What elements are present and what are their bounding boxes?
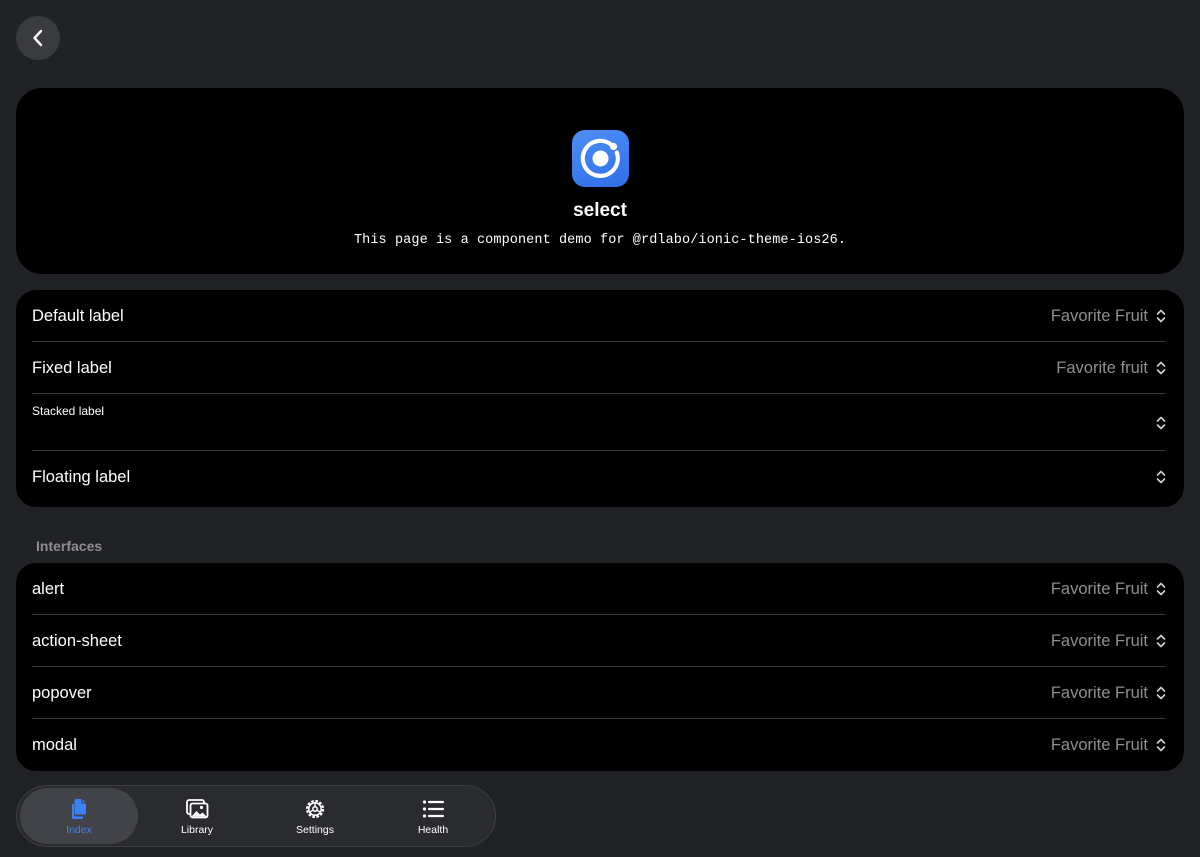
select-label: Default label (32, 306, 124, 325)
tab-bar: Index Library Settings Health (16, 785, 496, 847)
select-placeholder: Favorite Fruit (1050, 735, 1148, 754)
label-select-list: Default label Favorite Fruit Fixed label… (16, 290, 1184, 507)
select-label: action-sheet (32, 631, 122, 650)
page-description: This page is a component demo for @rdlab… (353, 233, 847, 248)
select-label: Floating label (32, 467, 131, 486)
select-label: modal (32, 735, 77, 754)
select-default-label[interactable]: Default label Favorite Fruit (16, 290, 1184, 342)
list-icon (422, 799, 445, 818)
chevron-up-down-icon (1156, 309, 1166, 323)
select-stacked-label[interactable]: Stacked label (16, 394, 1184, 451)
select-placeholder: Favorite fruit (1056, 358, 1148, 377)
select-popover[interactable]: popover Favorite Fruit (16, 667, 1184, 719)
select-fixed-label[interactable]: Fixed label Favorite fruit (16, 342, 1184, 394)
chevron-up-down-icon (1156, 416, 1166, 430)
chevron-up-down-icon (1156, 634, 1166, 648)
select-label: alert (32, 579, 65, 598)
tab-settings[interactable]: Settings (256, 788, 374, 844)
chevron-up-down-icon (1156, 361, 1166, 375)
chevron-up-down-icon (1156, 686, 1166, 700)
tab-label: Settings (296, 823, 334, 836)
page: select This page is a component demo for… (0, 0, 1200, 857)
select-alert[interactable]: alert Favorite Fruit (16, 563, 1184, 615)
tab-health[interactable]: Health (374, 788, 492, 844)
tab-library[interactable]: Library (138, 788, 256, 844)
hero-card: select This page is a component demo for… (16, 88, 1184, 274)
chevron-up-down-icon (1156, 582, 1166, 596)
select-label: popover (32, 683, 92, 702)
select-placeholder: Favorite Fruit (1050, 306, 1148, 325)
select-placeholder: Favorite Fruit (1050, 683, 1148, 702)
tab-label: Health (417, 823, 449, 836)
images-icon (186, 798, 209, 818)
chevron-up-down-icon (1156, 738, 1166, 752)
tab-index[interactable]: Index (20, 788, 138, 844)
tab-label: Library (180, 823, 214, 836)
page-title: select (573, 200, 627, 221)
select-placeholder: Favorite Fruit (1050, 579, 1148, 598)
select-placeholder: Favorite Fruit (1050, 631, 1148, 650)
gear-icon (305, 799, 325, 818)
section-header-interfaces: Interfaces (36, 538, 103, 554)
documents-icon (72, 798, 86, 819)
select-modal[interactable]: modal Favorite Fruit (16, 719, 1184, 771)
select-floating-label[interactable]: Floating label (16, 451, 1184, 503)
chevron-left-icon (33, 29, 43, 47)
chevron-up-down-icon (1156, 470, 1166, 484)
back-button[interactable] (16, 16, 60, 60)
tab-label: Index (66, 823, 92, 836)
interfaces-select-list: alert Favorite Fruit action-sheet Favori… (16, 563, 1184, 771)
ionic-logo-icon (571, 130, 629, 187)
select-action-sheet[interactable]: action-sheet Favorite Fruit (16, 615, 1184, 667)
select-label: Fixed label (32, 358, 112, 377)
select-label: Stacked label (32, 404, 105, 418)
